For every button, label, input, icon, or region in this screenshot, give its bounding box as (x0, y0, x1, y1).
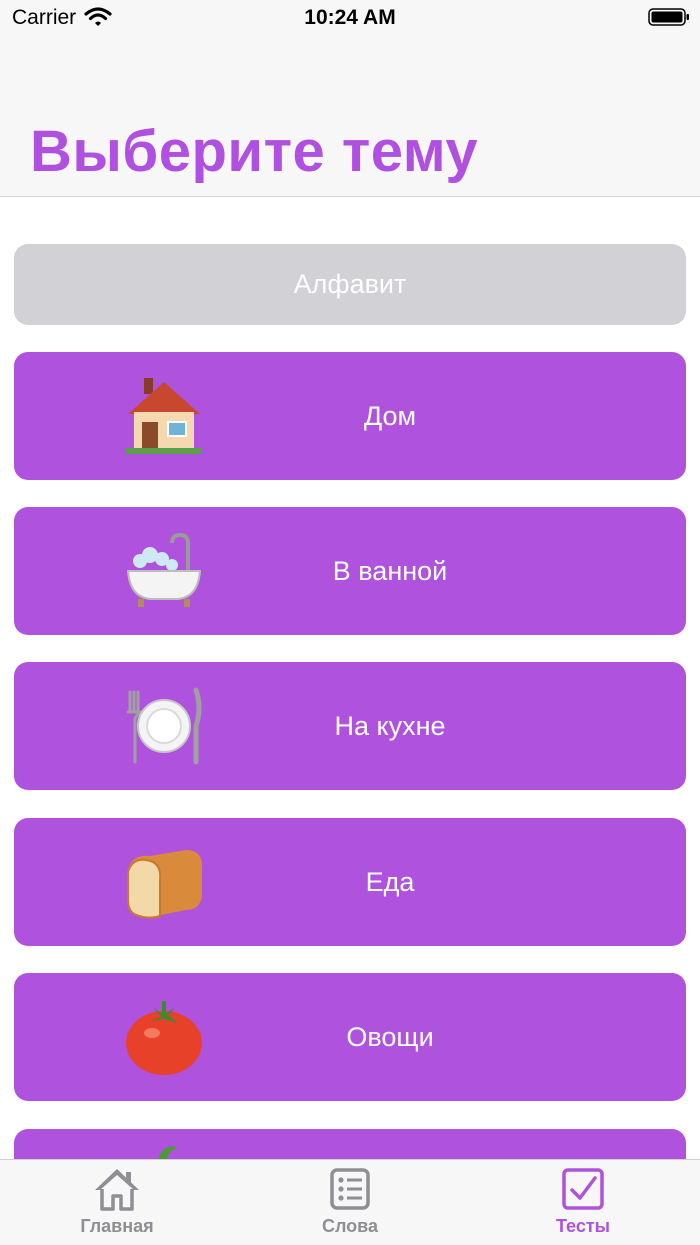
topic-label: Овощи (346, 1022, 434, 1052)
topic-label: Еда (365, 867, 415, 897)
tab-label: Главная (80, 1216, 154, 1236)
navigation-header: Выберите тему (0, 40, 700, 197)
checkbox-icon (562, 1168, 604, 1210)
house-icon (126, 378, 202, 454)
bathtub-icon (126, 532, 202, 607)
bread-icon (127, 850, 202, 919)
topic-label: На кухне (334, 711, 446, 741)
tab-label: Слова (321, 1216, 379, 1236)
tab-label: Тесты (555, 1216, 611, 1236)
tab-home[interactable]: Главная (42, 1160, 192, 1245)
tab-tests[interactable]: Тесты (508, 1160, 658, 1245)
status-bar: Carrier 10:24 AM (0, 0, 700, 40)
topic-button-food[interactable]: Еда (14, 818, 686, 946)
topic-label: В ванной (332, 556, 448, 586)
topic-button-home[interactable]: Дом (14, 352, 686, 480)
topic-button-vegetables[interactable]: Овощи (14, 973, 686, 1101)
tomato-icon (126, 1001, 202, 1075)
topic-list[interactable]: Алфавит Дом В ванной На кухне Еда Овощи (0, 197, 700, 1159)
list-icon (330, 1168, 370, 1210)
tab-bar: Главная Слова Тесты (0, 1159, 700, 1245)
topic-label: Алфавит (293, 269, 407, 299)
house-icon (95, 1169, 139, 1211)
topic-button-bathroom[interactable]: В ванной (14, 507, 686, 635)
status-time: 10:24 AM (304, 6, 396, 29)
topic-button-partial[interactable] (14, 1129, 686, 1159)
vegetable-icon (158, 1146, 178, 1159)
topic-button-alphabet[interactable]: Алфавит (14, 244, 686, 325)
topic-label: Дом (363, 401, 417, 431)
page-title: Выберите тему (30, 119, 479, 184)
battery-icon (648, 8, 689, 26)
plate-cutlery-icon (126, 687, 202, 765)
tab-words[interactable]: Слова (275, 1160, 425, 1245)
topic-button-kitchen[interactable]: На кухне (14, 662, 686, 790)
